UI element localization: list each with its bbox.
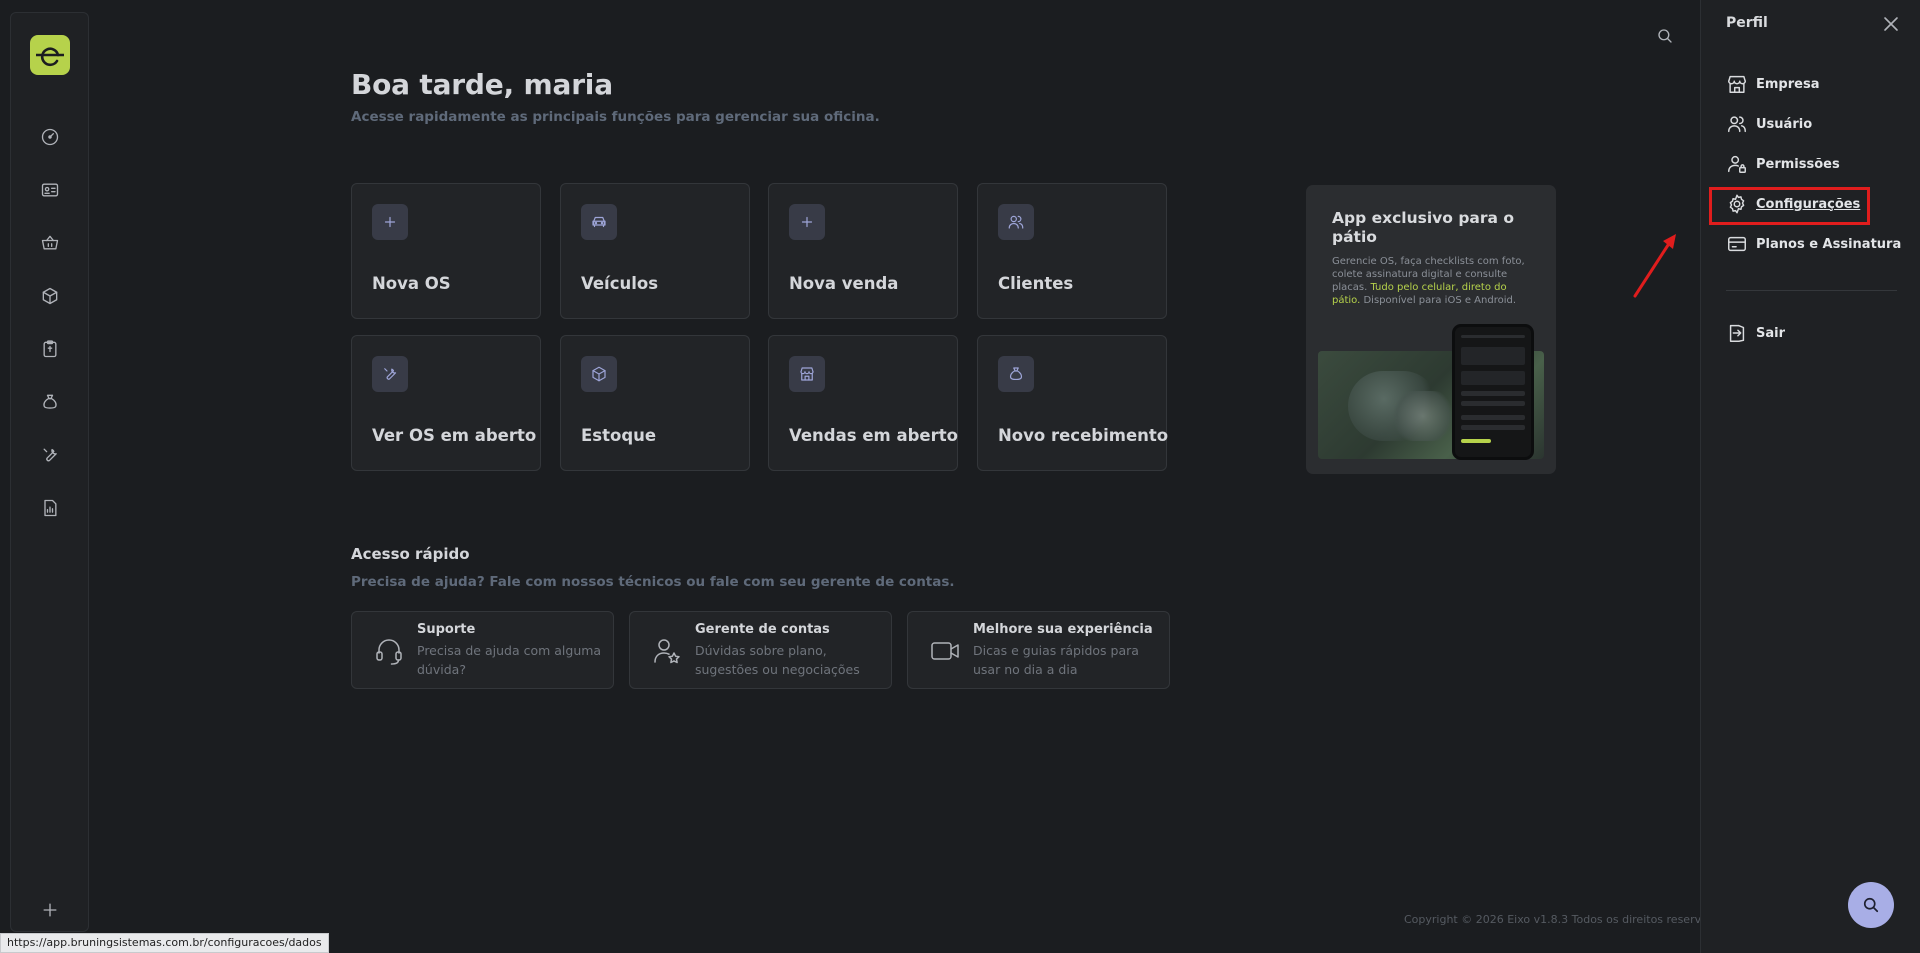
promo-title: App exclusivo para o pátio [1332,209,1515,246]
logout-icon [1729,324,1745,342]
wrench-icon [372,356,408,392]
quick-card-suporte[interactable]: Suporte Precisa de ajuda com alguma dúvi… [351,611,614,689]
card-icon [1728,236,1746,252]
menu-item-empresa[interactable]: Empresa [1726,71,1819,97]
profile-panel: Perfil Empresa Usuário Permissões Config… [1700,0,1920,953]
menu-item-label: Usuário [1756,116,1813,132]
plus-icon [372,204,408,240]
promo-description: Gerencie OS, faça checklists com foto, c… [1332,255,1532,307]
annotation-arrow-icon [1633,234,1676,298]
menu-item-label: Empresa [1756,76,1820,92]
store-icon [789,356,825,392]
search-icon[interactable] [1654,25,1676,47]
video-icon [928,634,962,668]
dashboard-icon[interactable] [38,125,62,149]
status-bar-url: https://app.bruningsistemas.com.br/confi… [0,933,329,953]
phone-mockup [1452,324,1534,460]
tile-nova-venda[interactable]: Nova venda [768,183,958,319]
wrench-icon[interactable] [38,443,62,467]
users-icon [1728,116,1746,133]
tile-vendas-em-aberto[interactable]: Vendas em aberto [768,335,958,471]
panel-title: Perfil [1726,15,1768,31]
tile-label: Veículos [581,274,659,293]
quick-card-desc: Precisa de ajuda com alguma dúvida? [417,643,602,677]
menu-item-permissoes[interactable]: Permissões [1726,151,1840,177]
plus-icon[interactable] [38,898,62,922]
headset-icon [372,634,406,668]
plus-icon [789,204,825,240]
box-icon[interactable] [38,284,62,308]
search-icon [1863,897,1879,913]
tile-veiculos[interactable]: Veículos [560,183,750,319]
panel-divider [1726,290,1897,291]
logo-e-icon [36,47,64,67]
menu-item-planos[interactable]: Planos e Assinatura [1726,231,1901,257]
app-logo[interactable] [30,35,70,75]
box-icon [581,356,617,392]
id-card-icon[interactable] [38,178,62,202]
tile-nova-os[interactable]: Nova OS [351,183,541,319]
quick-card-gerente[interactable]: Gerente de contas Dúvidas sobre plano, s… [629,611,892,689]
close-icon[interactable] [1881,14,1901,34]
tile-label: Estoque [581,426,657,445]
menu-item-sair[interactable]: Sair [1726,320,1785,346]
tile-label: Novo recebimento [998,426,1169,445]
tile-novo-recebimento[interactable]: Novo recebimento [977,335,1169,471]
quick-access-subtitle: Precisa de ajuda? Fale com nossos técnic… [351,574,955,590]
clipboard-icon[interactable] [38,337,62,361]
sidebar-rail [10,12,89,932]
tile-label: Vendas em aberto [789,426,958,445]
user-lock-icon [1728,155,1746,173]
highlight-box [1709,187,1870,225]
quick-card-desc: Dicas e guias rápidos para usar no dia a… [973,643,1139,677]
report-icon[interactable] [38,496,62,520]
quick-card-title: Suporte [417,622,476,637]
quick-card-desc: Dúvidas sobre plano, sugestões ou negoci… [695,643,860,677]
tile-label: Nova OS [372,274,451,293]
tile-label: Clientes [998,274,1074,293]
page-subtitle: Acesse rapidamente as principais funções… [351,109,880,125]
money-bag-icon [998,356,1034,392]
menu-item-label: Planos e Assinatura [1756,236,1902,252]
footer-copyright: Copyright © 2026 Eixo v1.8.3 Todos os di… [1404,913,1728,926]
tile-estoque[interactable]: Estoque [560,335,750,471]
tile-clientes[interactable]: Clientes [977,183,1167,319]
menu-item-label: Permissões [1756,156,1840,172]
tile-label: Ver OS em aberto [372,426,537,445]
tile-ver-os-em-aberto[interactable]: Ver OS em aberto [351,335,541,471]
quick-access-title: Acesso rápido [351,545,470,563]
promo-card[interactable]: App exclusivo para o pátio Gerencie OS, … [1306,185,1556,474]
store-icon [1728,75,1746,93]
menu-item-label: Sair [1756,325,1786,341]
fab-search-button[interactable] [1848,882,1894,928]
car-icon [581,204,617,240]
user-star-icon [650,634,684,668]
tile-label: Nova venda [789,274,899,293]
basket-icon[interactable] [38,231,62,255]
users-icon [998,204,1034,240]
money-bag-icon[interactable] [38,390,62,414]
quick-card-experiencia[interactable]: Melhore sua experiência Dicas e guias rá… [907,611,1170,689]
promo-desc-part: Disponível para iOS e Android. [1360,295,1517,306]
page-title: Boa tarde, maria [351,68,613,101]
quick-card-title: Gerente de contas [695,622,830,637]
quick-card-title: Melhore sua experiência [973,622,1153,637]
menu-item-usuario[interactable]: Usuário [1726,111,1812,137]
